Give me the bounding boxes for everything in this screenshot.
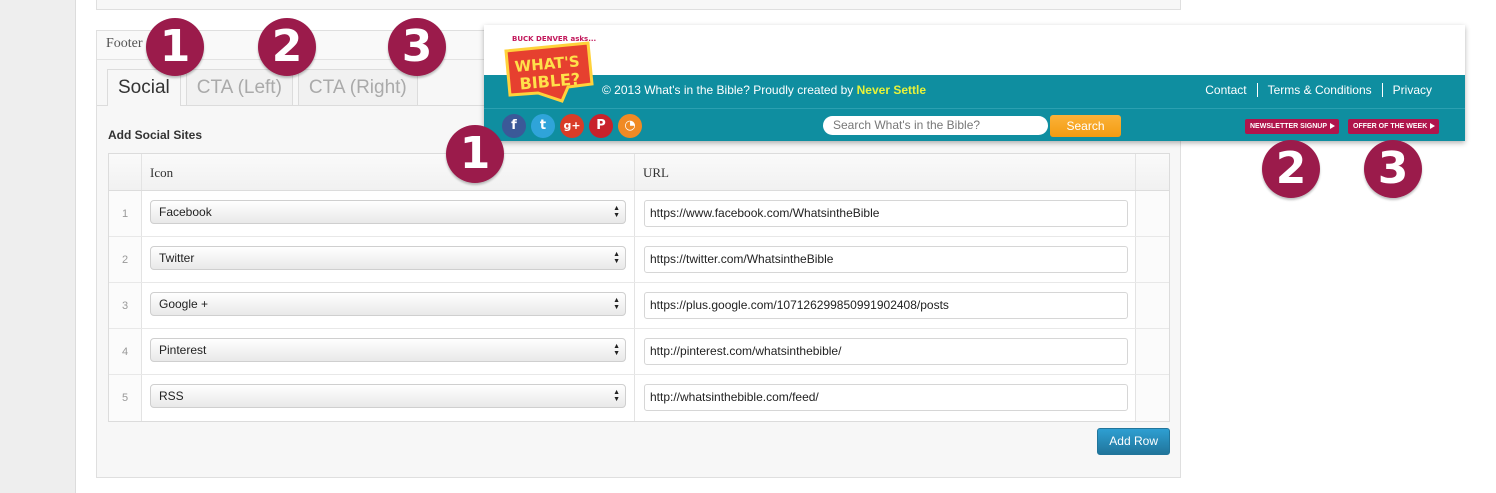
newsletter-signup-button[interactable]: NEWSLETTER SIGNUP	[1245, 119, 1340, 134]
row-number[interactable]: 3	[109, 283, 142, 328]
callout-badge-2: 2	[1262, 140, 1320, 198]
row-actions[interactable]	[1136, 329, 1169, 374]
url-input[interactable]: http://pinterest.com/whatsinthebible/	[644, 338, 1128, 365]
social-icons: f t g+ P ◔	[502, 114, 642, 138]
row-actions[interactable]	[1136, 191, 1169, 236]
row-number[interactable]: 2	[109, 237, 142, 282]
table-row: 3 Google + ▲ ▼ https://plus.google.com/107…	[109, 283, 1169, 329]
icon-select-value: Pinterest	[159, 343, 207, 357]
url-input[interactable]: https://plus.google.com/1071262998509919…	[644, 292, 1128, 319]
offer-of-the-week-button[interactable]: OFFER OF THE WEEK	[1348, 119, 1440, 134]
select-arrows-icon: ▲ ▼	[613, 251, 620, 265]
icon-cell: Facebook ▲ ▼	[142, 191, 635, 236]
tab-cta-right[interactable]: CTA (Right)	[297, 69, 418, 105]
url-input[interactable]: https://www.facebook.com/WhatsintheBible	[644, 200, 1128, 227]
social-sites-table: Icon URL 1 Facebook ▲ ▼ https://www.facebo…	[108, 153, 1170, 422]
table-row: 1 Facebook ▲ ▼ https://www.facebook.com/Wh…	[109, 191, 1169, 237]
callout-badge-3: 3	[1364, 140, 1422, 198]
copyright: © 2013 What's in the Bible? Proudly crea…	[602, 83, 926, 97]
url-cell: http://pinterest.com/whatsinthebible/	[635, 329, 1136, 374]
row-number[interactable]: 5	[109, 375, 142, 421]
add-row-button[interactable]: Add Row	[1097, 428, 1170, 455]
icon-select[interactable]: Google + ▲ ▼	[150, 292, 626, 316]
offer-of-the-week-label: OFFER OF THE WEEK	[1353, 123, 1428, 130]
tab-bar: Social CTA (Left) CTA (Right)	[107, 69, 418, 106]
table-row: 2 Twitter ▲ ▼ https://twitter.com/Whatsint…	[109, 237, 1169, 283]
icon-select-value: Facebook	[159, 205, 212, 219]
site-footer-preview: BUCK DENVER asks... WHAT'S BIBLE? © 2013…	[484, 25, 1465, 141]
play-arrow-icon	[1330, 123, 1336, 129]
icon-select[interactable]: Pinterest ▲ ▼	[150, 338, 626, 362]
play-arrow-icon	[1430, 123, 1436, 129]
twitter-icon[interactable]: t	[531, 114, 555, 138]
row-actions[interactable]	[1136, 283, 1169, 328]
footer-links: Contact Terms & Conditions Privacy	[1195, 83, 1442, 97]
row-number-header	[109, 154, 142, 190]
row-number[interactable]: 1	[109, 191, 142, 236]
callout-badge-1: 1	[446, 125, 504, 183]
select-arrows-icon: ▲ ▼	[613, 297, 620, 311]
site-search-input[interactable]: Search What's in the Bible?	[823, 116, 1048, 135]
table-row: 4 Pinterest ▲ ▼ http://pinterest.com/whats…	[109, 329, 1169, 375]
icon-select-value: Google +	[159, 297, 209, 311]
site-search-button[interactable]: Search	[1050, 115, 1121, 137]
admin-sidebar-gutter	[0, 0, 76, 493]
table-header: Icon URL	[109, 154, 1169, 191]
icon-cell: Pinterest ▲ ▼	[142, 329, 635, 374]
logo-small-text: BUCK DENVER asks...	[512, 35, 596, 43]
row-actions[interactable]	[1136, 375, 1169, 421]
never-settle-link[interactable]: Never Settle	[857, 83, 926, 97]
select-arrows-icon: ▲ ▼	[613, 205, 620, 219]
icon-cell: RSS ▲ ▼	[142, 375, 635, 421]
url-cell: https://plus.google.com/1071262998509919…	[635, 283, 1136, 328]
icon-column-header: Icon	[142, 154, 635, 190]
url-column-header: URL	[635, 154, 1136, 190]
icon-cell: Google + ▲ ▼	[142, 283, 635, 328]
copyright-text: © 2013 What's in the Bible? Proudly crea…	[602, 83, 854, 97]
icon-select-value: Twitter	[159, 251, 195, 265]
terms-link[interactable]: Terms & Conditions	[1256, 83, 1382, 97]
select-arrows-icon: ▲ ▼	[613, 343, 620, 357]
url-cell: https://www.facebook.com/WhatsintheBible	[635, 191, 1136, 236]
callout-badge-3: 3	[388, 18, 446, 76]
facebook-icon[interactable]: f	[502, 114, 526, 138]
section-title: Add Social Sites	[108, 128, 203, 142]
privacy-link[interactable]: Privacy	[1381, 83, 1442, 97]
google-plus-icon[interactable]: g+	[560, 114, 584, 138]
url-input[interactable]: http://whatsinthebible.com/feed/	[644, 384, 1128, 411]
icon-select[interactable]: Facebook ▲ ▼	[150, 200, 626, 224]
callout-badge-1: 1	[146, 18, 204, 76]
select-arrows-icon: ▲ ▼	[613, 389, 620, 403]
icon-select[interactable]: RSS ▲ ▼	[150, 384, 626, 408]
row-actions[interactable]	[1136, 237, 1169, 282]
newsletter-signup-label: NEWSLETTER SIGNUP	[1250, 123, 1328, 130]
url-cell: http://whatsinthebible.com/feed/	[635, 375, 1136, 421]
row-number[interactable]: 4	[109, 329, 142, 374]
callout-badge-2: 2	[258, 18, 316, 76]
previous-panel	[96, 0, 1181, 10]
table-row: 5 RSS ▲ ▼ http://whatsinthebible.com/feed/	[109, 375, 1169, 421]
url-cell: https://twitter.com/WhatsintheBible	[635, 237, 1136, 282]
icon-cell: Twitter ▲ ▼	[142, 237, 635, 282]
actions-column-header	[1136, 154, 1169, 190]
rss-icon[interactable]: ◔	[618, 114, 642, 138]
contact-link[interactable]: Contact	[1195, 83, 1256, 97]
pinterest-icon[interactable]: P	[589, 114, 613, 138]
svg-text:BIBLE?: BIBLE?	[519, 69, 581, 93]
url-input[interactable]: https://twitter.com/WhatsintheBible	[644, 246, 1128, 273]
icon-select-value: RSS	[159, 389, 184, 403]
footer-divider	[484, 108, 1465, 109]
whats-in-the-bible-logo: BUCK DENVER asks... WHAT'S BIBLE?	[504, 35, 596, 103]
icon-select[interactable]: Twitter ▲ ▼	[150, 246, 626, 270]
